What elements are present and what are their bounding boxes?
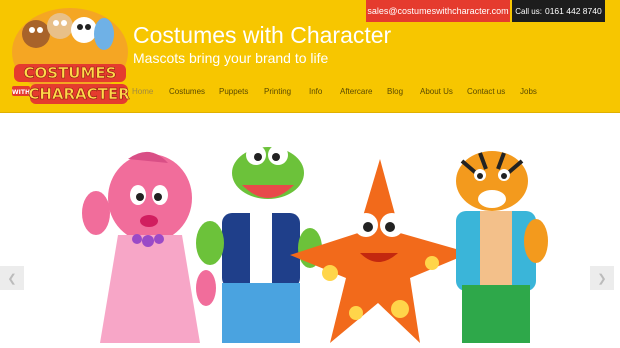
pink-fish-mascot — [82, 151, 216, 343]
nav-item-puppets[interactable]: Puppets — [219, 87, 248, 96]
nav-item-contact-us[interactable]: Contact us — [467, 87, 505, 96]
tiger-mascot — [456, 151, 548, 343]
nav-item-printing[interactable]: Printing — [264, 87, 291, 96]
slider-next-button[interactable]: ❯ — [590, 266, 614, 290]
chevron-right-icon: ❯ — [597, 272, 607, 285]
hero-slider — [0, 113, 620, 343]
svg-text:COSTUMES: COSTUMES — [24, 64, 117, 82]
email-text: sales@costumeswithcharacter.com — [367, 6, 509, 16]
nav-item-about-us[interactable]: About Us — [420, 87, 453, 96]
nav-item-info[interactable]: Info — [309, 87, 322, 96]
nav-item-aftercare[interactable]: Aftercare — [340, 87, 372, 96]
site-tagline: Mascots bring your brand to life — [133, 50, 329, 66]
call-label: Call us: — [515, 6, 542, 16]
starfish-mascot — [290, 159, 470, 343]
call-us-box[interactable]: Call us: 0161 442 8740 — [512, 0, 605, 22]
nav-item-costumes[interactable]: Costumes — [169, 87, 205, 96]
nav-item-home[interactable]: Home — [132, 87, 153, 96]
mascot-lineup-image — [82, 145, 548, 343]
phone-number: 0161 442 8740 — [544, 6, 602, 16]
site-title[interactable]: Costumes with Character — [133, 22, 391, 49]
main-nav: Home Costumes Puppets Printing Info Afte… — [0, 87, 620, 99]
slider-prev-button[interactable]: ❮ — [0, 266, 24, 290]
chevron-left-icon: ❮ — [7, 272, 17, 285]
email-link[interactable]: sales@costumeswithcharacter.com — [366, 0, 510, 22]
crocodile-mascot — [196, 145, 322, 343]
site-header: COSTUMES WITH CHARACTER Costumes with Ch… — [0, 0, 620, 113]
nav-item-jobs[interactable]: Jobs — [520, 87, 537, 96]
nav-item-blog[interactable]: Blog — [387, 87, 403, 96]
